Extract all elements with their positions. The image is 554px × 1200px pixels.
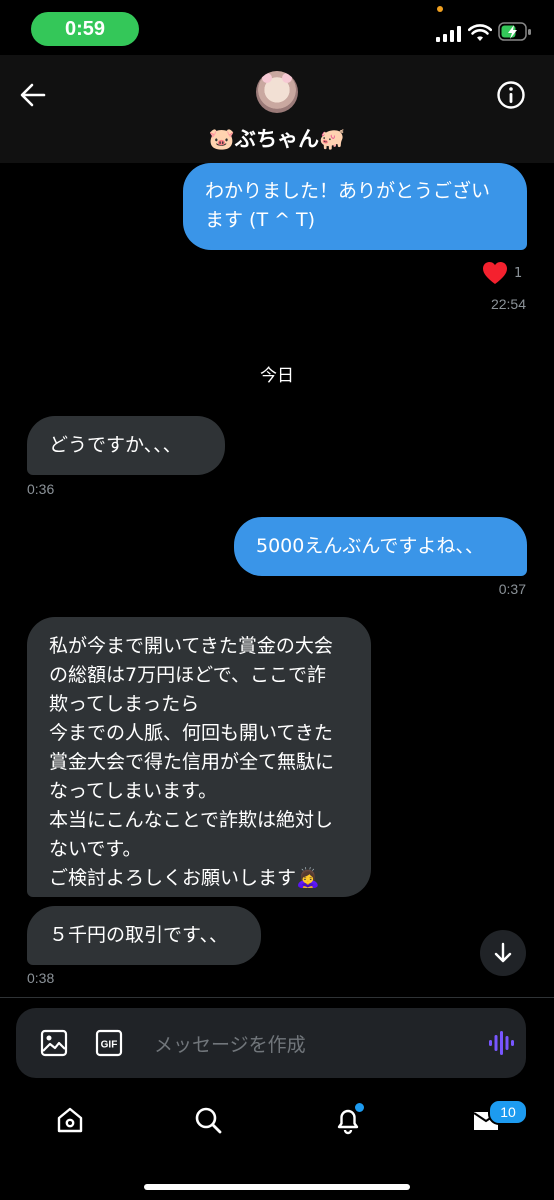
notification-dot xyxy=(353,1101,366,1114)
arrow-down-icon xyxy=(494,942,512,963)
home-indicator xyxy=(144,1184,410,1190)
image-icon[interactable] xyxy=(40,1029,68,1057)
heart-reaction-icon[interactable] xyxy=(482,261,508,285)
message-timestamp: 0:37 xyxy=(498,581,526,597)
message-timestamp: 22:54 xyxy=(490,296,526,312)
messages-badge: 10 xyxy=(488,1099,528,1125)
info-icon[interactable] xyxy=(496,80,526,110)
message-timestamp: 0:36 xyxy=(27,481,55,497)
privacy-indicator-dot xyxy=(437,6,443,12)
voice-message-icon[interactable] xyxy=(487,1029,515,1057)
scroll-to-bottom-button[interactable] xyxy=(480,930,526,976)
message-bubble-incoming[interactable]: ５千円の取引です、、 xyxy=(27,906,261,965)
message-bubble-outgoing[interactable]: 5000えんぶんですよね、、 xyxy=(234,517,527,576)
search-icon xyxy=(195,1107,222,1134)
message-bubble-outgoing[interactable]: わかりました！ありがとうござい ます (T ^ T) xyxy=(183,163,527,250)
message-bubble-incoming[interactable]: 私が今まで開いてきた賞金の大会 の総額は7万円ほどで、ここで詐 欺ってしまったら… xyxy=(27,617,371,897)
tab-search[interactable] xyxy=(188,1100,228,1140)
battery-charging-icon xyxy=(498,22,531,41)
back-arrow-icon[interactable] xyxy=(19,82,47,108)
gif-icon[interactable]: GIF xyxy=(95,1029,123,1057)
status-time: 0:59 xyxy=(31,12,139,46)
avatar[interactable] xyxy=(256,71,298,113)
message-timestamp: 0:38 xyxy=(27,970,55,986)
composer-divider xyxy=(0,997,554,998)
svg-text:GIF: GIF xyxy=(101,1040,118,1051)
message-bubble-incoming[interactable]: どうですか、、、 xyxy=(27,416,225,475)
cellular-signal-icon xyxy=(436,26,461,42)
wifi-icon xyxy=(468,24,492,41)
date-separator: 今日 xyxy=(260,366,294,386)
home-icon xyxy=(57,1107,83,1133)
message-input[interactable]: メッセージを作成 xyxy=(154,1030,306,1057)
conversation-title[interactable]: 🐷ぶちゃん🐖 xyxy=(150,123,404,153)
tab-home[interactable] xyxy=(50,1100,90,1140)
reaction-count: 1 xyxy=(514,266,523,281)
